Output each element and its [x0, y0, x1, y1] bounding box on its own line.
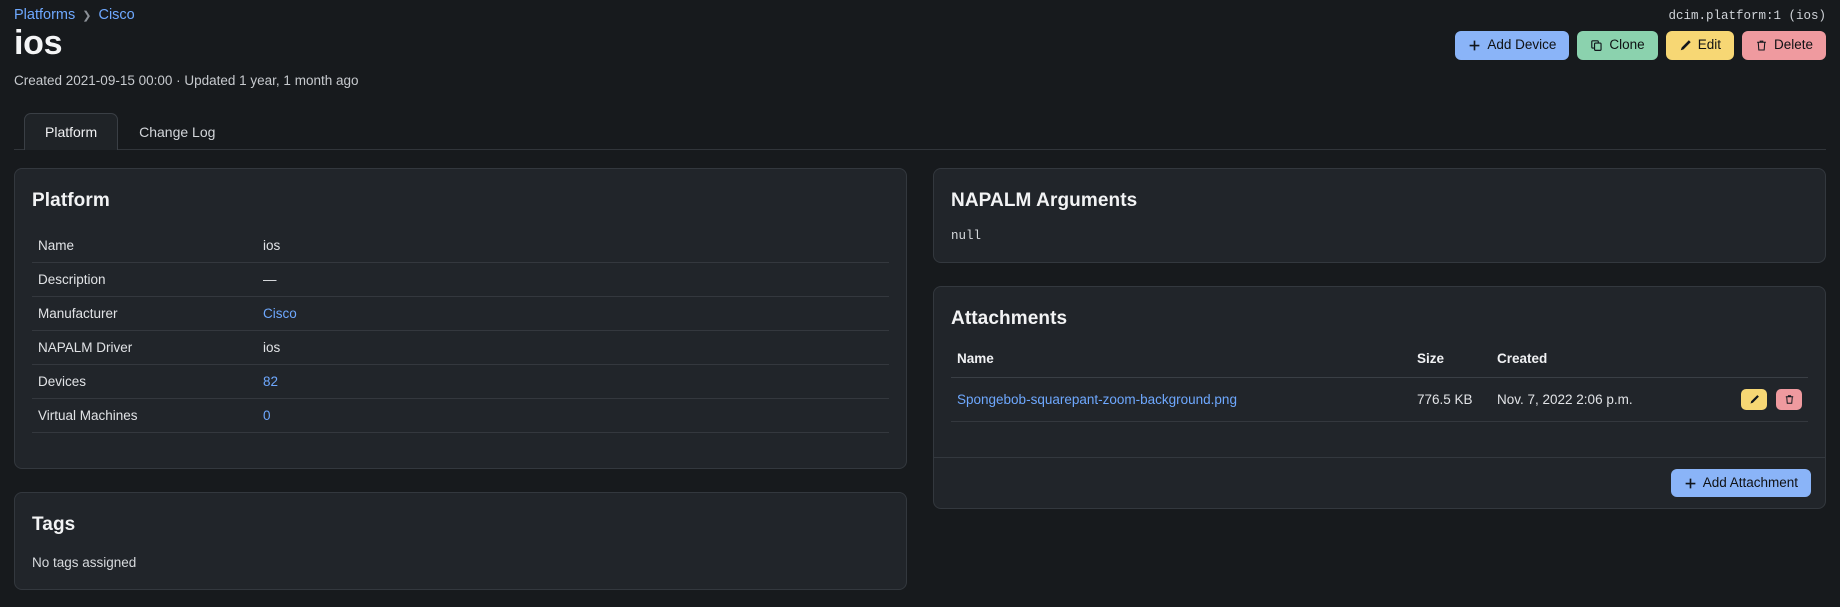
- card-bottom-spacer: [32, 433, 889, 455]
- delete-label: Delete: [1773, 37, 1813, 52]
- table-row: Spongebob-squarepant-zoom-background.png…: [951, 377, 1808, 422]
- add-attachment-button[interactable]: Add Attachment: [1670, 468, 1811, 498]
- object-identifier: dcim.platform:1 (ios): [1668, 9, 1826, 23]
- action-button-bar: Add Device Clone Edit Delete: [1455, 25, 1826, 60]
- manufacturer-link[interactable]: Cisco: [263, 306, 297, 321]
- tab-changelog[interactable]: Change Log: [118, 113, 236, 149]
- row-label: Description: [32, 262, 257, 297]
- row-label: Devices: [32, 364, 257, 399]
- platform-card: Platform Name ios Description — Manufact…: [14, 167, 907, 469]
- row-value: 0: [257, 398, 889, 433]
- chevron-right-icon: ❯: [82, 9, 92, 22]
- attachment-edit-button[interactable]: [1741, 388, 1768, 410]
- table-row: Devices 82: [32, 364, 889, 399]
- napalm-arguments-value: null: [951, 228, 982, 243]
- platform-card-title: Platform: [32, 189, 110, 211]
- clone-label: Clone: [1609, 37, 1645, 52]
- tab-changelog-label: Change Log: [139, 124, 216, 141]
- content-columns: Platform Name ios Description — Manufact…: [14, 167, 1826, 607]
- edit-button[interactable]: Edit: [1665, 31, 1734, 60]
- add-device-button[interactable]: Add Device: [1455, 31, 1570, 60]
- page-root: Platforms ❯ Cisco dcim.platform:1 (ios) …: [0, 0, 1840, 607]
- pencil-icon: [1679, 39, 1692, 52]
- column-header-name[interactable]: Name: [951, 346, 1411, 378]
- attachment-actions-cell: [1711, 377, 1808, 422]
- breadcrumb: Platforms ❯ Cisco: [14, 7, 135, 23]
- table-header-row: Name Size Created: [951, 346, 1808, 378]
- page-title: ios: [14, 24, 63, 62]
- row-value: Cisco: [257, 296, 889, 331]
- attachments-bottom-spacer: [951, 422, 1808, 444]
- row-label: NAPALM Driver: [32, 330, 257, 365]
- table-row: NAPALM Driver ios: [32, 330, 889, 365]
- delete-button[interactable]: Delete: [1741, 31, 1826, 60]
- table-row: Description —: [32, 262, 889, 297]
- row-value: ios: [257, 330, 889, 365]
- column-header-actions: [1711, 346, 1808, 378]
- row-value: ios: [257, 228, 889, 263]
- row-label: Virtual Machines: [32, 398, 257, 433]
- breadcrumb-item-cisco[interactable]: Cisco: [98, 7, 134, 23]
- tags-card-title: Tags: [32, 513, 76, 535]
- right-column: NAPALM Arguments null Attachments Name S…: [933, 167, 1826, 607]
- attachments-card: Attachments Name Size Created Spongebob-…: [933, 285, 1826, 510]
- column-header-size[interactable]: Size: [1411, 346, 1491, 378]
- row-value: 82: [257, 364, 889, 399]
- trash-icon: [1784, 394, 1795, 405]
- title-row: ios Created 2021-09-15 00:00 · Updated 1…: [14, 24, 1826, 89]
- clone-button[interactable]: Clone: [1577, 31, 1658, 60]
- edit-label: Edit: [1697, 37, 1721, 52]
- tab-platform[interactable]: Platform: [24, 113, 119, 150]
- breadcrumb-item-platforms[interactable]: Platforms: [14, 7, 75, 23]
- plus-icon: [1468, 39, 1481, 52]
- copy-icon: [1590, 39, 1603, 52]
- row-value: —: [257, 262, 889, 297]
- row-label: Manufacturer: [32, 296, 257, 331]
- attachment-size-cell: 776.5 KB: [1411, 377, 1491, 422]
- table-row: Name ios: [32, 228, 889, 263]
- tags-card: Tags No tags assigned: [14, 491, 907, 590]
- left-column: Platform Name ios Description — Manufact…: [14, 167, 907, 607]
- attachments-table: Name Size Created Spongebob-squarepant-z…: [951, 346, 1808, 422]
- table-row: Virtual Machines 0: [32, 398, 889, 433]
- page-subtitle: Created 2021-09-15 00:00 · Updated 1 yea…: [14, 73, 359, 89]
- tab-platform-label: Platform: [45, 124, 98, 141]
- attachments-card-title: Attachments: [951, 307, 1068, 329]
- top-bar: Platforms ❯ Cisco dcim.platform:1 (ios): [14, 0, 1826, 23]
- attachment-name-cell: Spongebob-squarepant-zoom-background.png: [951, 377, 1411, 422]
- devices-count-link[interactable]: 82: [263, 374, 278, 389]
- attachments-card-footer: Add Attachment: [934, 456, 1825, 509]
- add-device-label: Add Device: [1487, 37, 1557, 52]
- column-header-created[interactable]: Created: [1491, 346, 1711, 378]
- trash-icon: [1755, 39, 1768, 52]
- add-attachment-label: Add Attachment: [1702, 474, 1798, 490]
- tab-bar: Platform Change Log: [14, 112, 1826, 150]
- napalm-card-title: NAPALM Arguments: [951, 189, 1138, 211]
- attachment-created-cell: Nov. 7, 2022 2:06 p.m.: [1491, 377, 1711, 422]
- attachment-delete-button[interactable]: [1776, 388, 1802, 410]
- virtual-machines-count-link[interactable]: 0: [263, 408, 271, 423]
- tags-empty-message: No tags assigned: [32, 554, 137, 570]
- attachment-link[interactable]: Spongebob-squarepant-zoom-background.png: [957, 392, 1237, 407]
- plus-icon: [1684, 477, 1697, 490]
- napalm-arguments-card: NAPALM Arguments null: [933, 167, 1826, 263]
- platform-attributes-table: Name ios Description — Manufacturer Cisc…: [32, 228, 889, 433]
- pencil-icon: [1749, 394, 1760, 405]
- row-label: Name: [32, 228, 257, 263]
- table-row: Manufacturer Cisco: [32, 296, 889, 331]
